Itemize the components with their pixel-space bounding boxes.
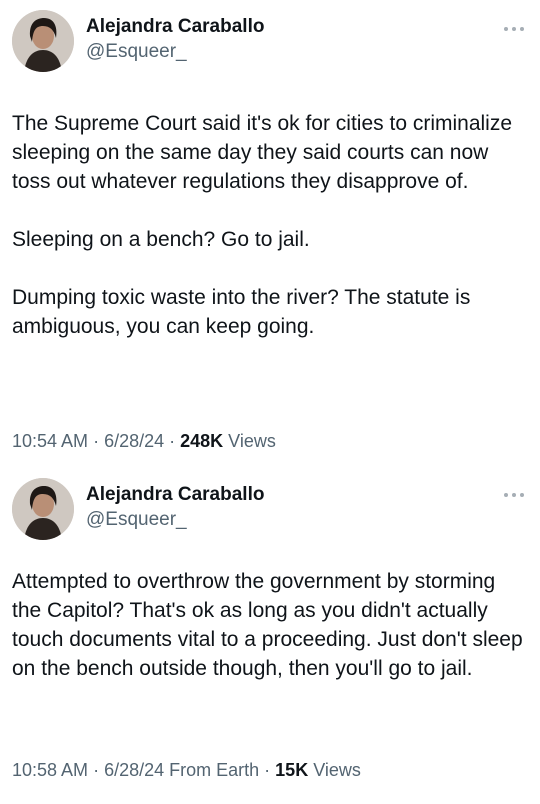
tweet-date[interactable]: 6/28/24 [104, 431, 164, 451]
author-name[interactable]: Alejandra Caraballo [86, 484, 264, 506]
tweet-paragraph: The Supreme Court said it's ok for citie… [12, 112, 513, 193]
tweet-meta: 10:54 AM · 6/28/24 · 248K Views [12, 431, 276, 451]
tweet-source: From Earth [169, 760, 260, 780]
views-label: Views [228, 431, 276, 451]
avatar[interactable] [12, 10, 74, 72]
views-label: Views [313, 760, 361, 780]
tweet-time[interactable]: 10:54 AM [12, 431, 88, 451]
avatar-photo-icon [12, 478, 74, 540]
author-handle[interactable]: @Esqueer_ [86, 509, 187, 531]
author-handle[interactable]: @Esqueer_ [86, 41, 187, 63]
tweet-text: Attempted to overthrow the government by… [12, 567, 524, 683]
views-count: 15K [275, 760, 309, 780]
tweet[interactable]: Alejandra Caraballo @Esqueer_ Attempted … [0, 470, 540, 804]
tweet-date[interactable]: 6/28/24 [104, 760, 164, 780]
tweet-paragraph: Attempted to overthrow the government by… [12, 570, 523, 680]
tweet-time[interactable]: 10:58 AM [12, 760, 88, 780]
avatar-photo-icon [12, 10, 74, 72]
tweet-meta: 10:58 AM · 6/28/24 From Earth · 15K View… [12, 760, 361, 780]
tweet-paragraph: Dumping toxic waste into the river? The … [12, 286, 471, 338]
author-name[interactable]: Alejandra Caraballo [86, 16, 264, 38]
avatar[interactable] [12, 478, 74, 540]
tweet-paragraph: Sleeping on a bench? Go to jail. [12, 228, 310, 251]
views-count: 248K [180, 431, 224, 451]
more-options-icon[interactable] [504, 26, 524, 32]
more-options-icon[interactable] [504, 492, 524, 498]
tweet-text: The Supreme Court said it's ok for citie… [12, 109, 524, 341]
tweet[interactable]: Alejandra Caraballo @Esqueer_ The Suprem… [0, 0, 540, 470]
